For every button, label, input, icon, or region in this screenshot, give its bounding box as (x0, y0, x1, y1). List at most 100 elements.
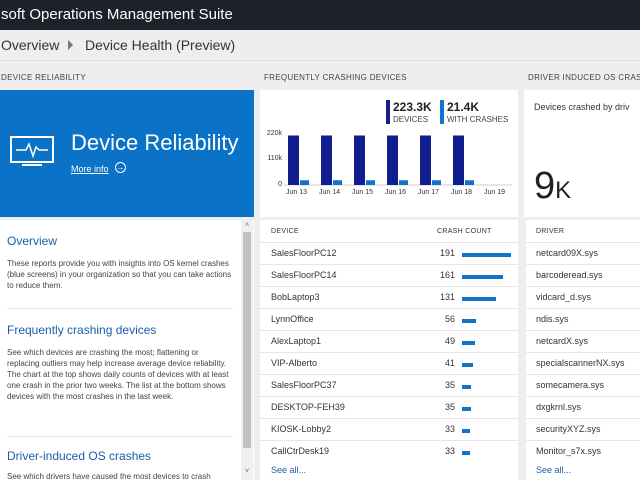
bar-with-crashes (399, 180, 408, 185)
bar-devices (453, 135, 464, 185)
driver-tile-description: Devices crashed by driv (534, 102, 630, 112)
device-name: SalesFloorPC37 (271, 380, 337, 390)
crash-bar-chart (284, 135, 512, 186)
x-tick-label: Jun 17 (418, 189, 440, 196)
app-title: soft Operations Management Suite (1, 6, 233, 23)
driver-count-suffix: K (555, 177, 572, 204)
device-reliability-tile[interactable]: Device Reliability More info → (0, 90, 254, 217)
crash-count-bar (462, 275, 503, 279)
table-row[interactable]: BobLaptop3 131 (260, 286, 518, 309)
column-heading-driver: DRIVER INDUCED OS CRASHES (528, 73, 640, 82)
x-tick-label: Jun 18 (451, 189, 473, 196)
crash-count-bar (462, 319, 476, 323)
device-name: VIP-Alberto (271, 358, 318, 368)
device-name: SalesFloorPC12 (271, 248, 337, 258)
arrow-circle-icon[interactable]: → (115, 162, 126, 173)
table-row[interactable]: vidcard_d.sys (526, 286, 640, 309)
crash-count: 33 (444, 424, 455, 434)
table-row[interactable]: DESKTOP-FEH39 35 (260, 396, 518, 419)
bar-devices (288, 135, 299, 185)
crash-count-bar (462, 297, 496, 301)
info-panel: Overview These reports provide you with … (0, 220, 254, 480)
section-title-crashing: Frequently crashing devices (7, 323, 157, 337)
crash-count: 33 (444, 446, 455, 456)
see-all-drivers-link[interactable]: See all... (536, 465, 571, 475)
driver-name: barcoderead.sys (536, 270, 603, 280)
breadcrumb: Overview Device Health (Preview) (0, 30, 640, 61)
section-body-driver: See which drivers have caused the most d… (7, 472, 211, 480)
bar-with-crashes (366, 180, 375, 185)
bar-with-crashes (300, 180, 309, 185)
section-body-overview: These reports provide you with insights … (7, 259, 232, 290)
bar-devices (321, 135, 332, 185)
device-name: BobLaptop3 (271, 292, 320, 302)
section-title-overview: Overview (7, 234, 58, 248)
table-row[interactable]: SalesFloorPC12 191 (260, 242, 518, 265)
device-name: AlexLaptop1 (271, 336, 322, 346)
driver-name: netcardX.sys (536, 336, 589, 346)
crash-count-bar (462, 341, 475, 345)
crash-count: 56 (444, 314, 455, 324)
x-tick-label: Jun 15 (352, 189, 374, 196)
table-row[interactable]: LynnOffice 56 (260, 308, 518, 331)
table-row[interactable]: specialscannerNX.sys (526, 352, 640, 375)
driver-count: 9 (534, 165, 556, 207)
bar-with-crashes (465, 180, 474, 185)
device-name: CallCtrDesk19 (271, 446, 330, 456)
crash-count: 41 (444, 358, 455, 368)
scroll-down-icon[interactable]: ˅ (243, 468, 251, 476)
section-title-driver: Driver-induced OS crashes (7, 449, 152, 463)
crash-count-bar (462, 253, 511, 257)
table-row[interactable]: barcoderead.sys (526, 264, 640, 287)
table-row[interactable]: somecamera.sys (526, 374, 640, 397)
table-row[interactable]: securityXYZ.sys (526, 418, 640, 441)
driver-name: Monitor_s7x.sys (536, 446, 602, 456)
see-all-devices-link[interactable]: See all... (271, 465, 306, 475)
crash-count: 131 (439, 292, 455, 302)
table-row[interactable]: netcard09X.sys (526, 242, 640, 265)
driver-name: vidcard_d.sys (536, 292, 592, 302)
breadcrumb-current: Device Health (Preview) (85, 37, 236, 53)
column-header-crash-count: CRASH COUNT (437, 228, 492, 235)
table-row[interactable]: KIOSK-Lobby2 33 (260, 418, 518, 441)
driver-crashes-tile[interactable]: Devices crashed by driv 9K (524, 90, 640, 217)
x-tick-label: Jun 13 (286, 189, 308, 196)
divider (7, 308, 233, 309)
driver-name: specialscannerNX.sys (536, 358, 625, 368)
crash-count-bar (462, 407, 471, 411)
monitor-stand (22, 164, 42, 166)
table-row[interactable]: VIP-Alberto 41 (260, 352, 518, 375)
bar-with-crashes (432, 180, 441, 185)
bar-with-crashes (333, 180, 342, 185)
table-row[interactable]: netcardX.sys (526, 330, 640, 353)
x-tick-label: Jun 19 (484, 189, 506, 196)
crash-count: 161 (439, 270, 455, 280)
bar-devices (354, 135, 365, 185)
scrollbar[interactable]: ˄ ˅ (241, 220, 253, 480)
scroll-thumb[interactable] (243, 232, 251, 448)
table-row[interactable]: Monitor_s7x.sys (526, 440, 640, 463)
divider (7, 436, 233, 437)
table-row[interactable]: ndis.sys (526, 308, 640, 331)
x-tick-label: Jun 16 (385, 189, 407, 196)
device-name: DESKTOP-FEH39 (271, 402, 345, 412)
device-table: DEVICE CRASH COUNT SalesFloorPC12 191 Sale… (260, 220, 518, 480)
table-row[interactable]: dxgkrnl.sys (526, 396, 640, 419)
frequently-crashing-tile[interactable]: 223.3K DEVICES 21.4K WITH CRASHES 220k 1… (260, 90, 518, 217)
x-tick-label: Jun 14 (319, 189, 341, 196)
monitor-pulse-icon (10, 136, 54, 163)
driver-name: ndis.sys (536, 314, 569, 324)
scroll-up-icon[interactable]: ˄ (243, 222, 251, 230)
crash-count-bar (462, 451, 470, 455)
table-row[interactable]: SalesFloorPC14 161 (260, 264, 518, 287)
driver-name: somecamera.sys (536, 380, 605, 390)
table-row[interactable]: SalesFloorPC37 35 (260, 374, 518, 397)
breadcrumb-overview[interactable]: Overview (1, 37, 59, 53)
column-header-device: DEVICE (271, 228, 299, 235)
driver-table: DRIVER netcard09X.sys barcoderead.sys vidc… (526, 220, 640, 480)
more-info-link[interactable]: More info (71, 164, 109, 174)
table-row[interactable]: AlexLaptop1 49 (260, 330, 518, 353)
chevron-right-icon (68, 40, 73, 50)
table-row[interactable]: CallCtrDesk19 33 (260, 440, 518, 463)
crash-count: 191 (439, 248, 455, 258)
